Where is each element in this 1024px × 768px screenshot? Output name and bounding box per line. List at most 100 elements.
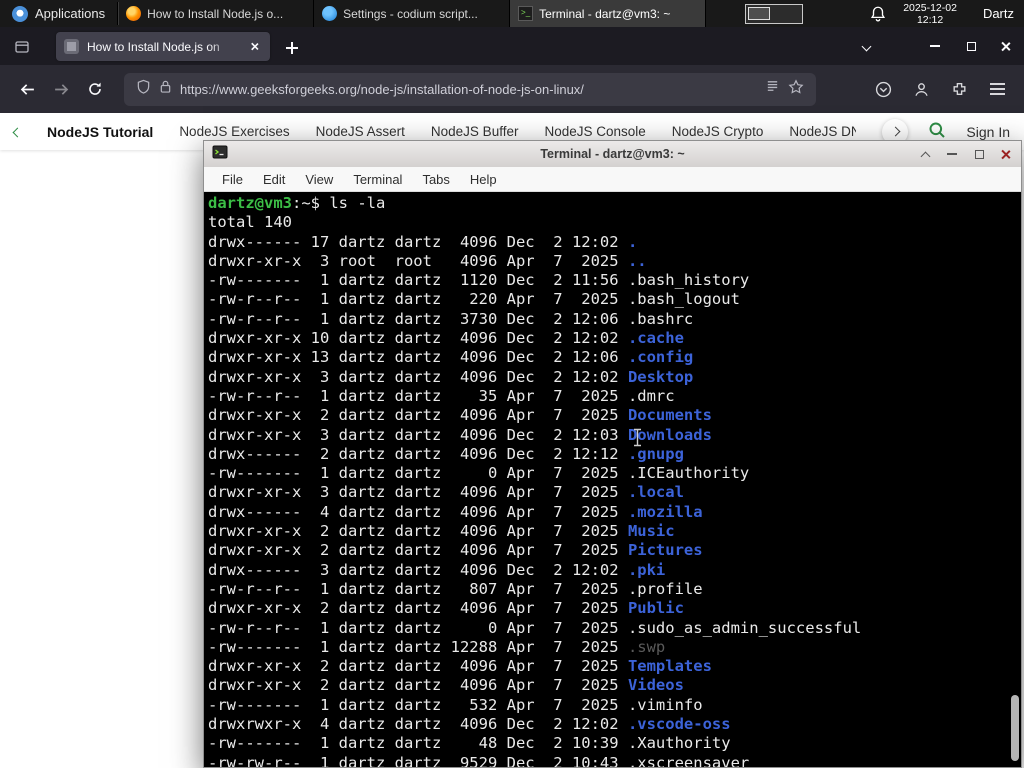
minimize-icon [947,153,957,155]
file-row: drwx------ 4 dartz dartz 4096 Apr 7 2025… [208,503,1019,522]
file-name: Templates [627,657,712,676]
terminal-title-bar[interactable]: Terminal - dartz@vm3: ~ [204,141,1021,167]
file-row: -rw------- 1 dartz dartz 0 Apr 7 2025 .I… [208,464,1019,483]
file-meta: -rw------- 1 dartz dartz 1120 Dec 2 11:5… [208,271,628,290]
system-bar: Applications How to Install Node.js o...… [0,0,1024,27]
close-icon [1001,149,1012,160]
file-row: -rw-r--r-- 1 dartz dartz 35 Apr 7 2025 .… [208,387,1019,406]
browser-tab[interactable]: How to Install Node.js on [56,32,270,61]
terminal-maximize-button[interactable] [972,147,986,161]
firefox-view-icon[interactable] [10,35,34,59]
toolbar-right-icons [866,72,1014,106]
site-nav-link[interactable]: NodeJS Console [544,124,645,139]
terminal-shade-button[interactable] [918,147,932,161]
terminal-menu-bar: File Edit View Terminal Tabs Help [204,167,1021,192]
file-meta: -rw------- 1 dartz dartz 0 Apr 7 2025 [208,464,628,483]
back-button[interactable] [10,72,44,106]
file-meta: drwxr-xr-x 2 dartz dartz 4096 Apr 7 2025 [208,522,628,541]
file-meta: drwxrwxr-x 4 dartz dartz 4096 Dec 2 12:0… [208,715,628,734]
window-minimize-button[interactable] [921,34,949,58]
scroll-left-button[interactable] [12,124,23,139]
file-row: drwxrwxr-x 4 dartz dartz 4096 Dec 2 12:0… [208,715,1019,734]
tracking-shield-icon[interactable] [136,79,151,100]
file-meta: drwxr-xr-x 10 dartz dartz 4096 Dec 2 12:… [208,329,628,348]
window-button-label: How to Install Node.js o... [147,6,284,21]
file-row: drwx------ 17 dartz dartz 4096 Dec 2 12:… [208,233,1019,252]
terminal-menu-item[interactable]: Terminal [343,172,412,187]
file-meta: -rw-r--r-- 1 dartz dartz 220 Apr 7 2025 [208,290,628,309]
window-button[interactable]: How to Install Node.js o... [118,0,315,27]
file-meta: drwxr-xr-x 3 dartz dartz 4096 Dec 2 12:0… [208,367,628,386]
file-meta: drwxr-xr-x 2 dartz dartz 4096 Apr 7 2025 [208,599,628,618]
user-menu[interactable]: Dartz [983,6,1014,21]
terminal-minimize-button[interactable] [945,147,959,161]
file-meta: drwxr-xr-x 3 root root 4096 Apr 7 2025 [208,251,628,270]
pocket-icon[interactable] [866,72,900,106]
file-name: .vscode-oss [627,715,731,734]
tab-close-icon[interactable] [246,39,262,55]
file-meta: drwxr-xr-x 2 dartz dartz 4096 Apr 7 2025 [208,676,628,695]
file-row: -rw------- 1 dartz dartz 532 Apr 7 2025 … [208,696,1019,715]
notification-bell-icon[interactable] [869,5,887,23]
site-nav-active-link[interactable]: NodeJS Tutorial [47,124,153,140]
menu-button[interactable] [980,72,1014,106]
new-tab-button[interactable] [280,36,304,60]
file-meta: drwxr-xr-x 3 dartz dartz 4096 Apr 7 2025 [208,483,628,502]
extensions-icon[interactable] [942,72,976,106]
forward-button[interactable] [44,72,78,106]
site-nav-link[interactable]: NodeJS Exercises [179,124,289,139]
file-row: drwxr-xr-x 13 dartz dartz 4096 Dec 2 12:… [208,348,1019,367]
plus-icon [286,42,298,54]
terminal-scrollbar-thumb[interactable] [1011,695,1019,761]
file-name: .gnupg [627,444,684,463]
terminal-menu-item[interactable]: Help [460,172,507,187]
maximize-icon [974,149,984,159]
clock-time: 12:12 [916,13,944,26]
url-bar[interactable]: https://www.geeksforgeeks.org/node-js/in… [124,72,816,106]
typed-command: ls -la [329,194,386,212]
window-button[interactable]: Settings - codium script... [314,0,511,27]
file-meta: -rw-r--r-- 1 dartz dartz 807 Apr 7 2025 [208,579,628,598]
terminal-menu-item[interactable]: Tabs [412,172,459,187]
tab-bar: How to Install Node.js on [0,27,1024,65]
file-meta: -rw------- 1 dartz dartz 532 Apr 7 2025 [208,695,628,714]
account-icon[interactable] [904,72,938,106]
terminal-menu-item[interactable]: View [295,172,343,187]
site-nav-link[interactable]: NodeJS Assert [316,124,405,139]
reload-button[interactable] [78,72,112,106]
site-nav-link[interactable]: NodeJS Crypto [672,124,764,139]
hamburger-icon [989,83,1005,95]
file-meta: -rw------- 1 dartz dartz 12288 Apr 7 202… [208,637,628,656]
window-maximize-button[interactable] [957,34,985,58]
reader-mode-icon[interactable] [765,79,780,99]
url-text[interactable]: https://www.geeksforgeeks.org/node-js/in… [180,82,757,97]
bookmark-star-icon[interactable] [788,78,804,100]
window-button[interactable]: Terminal - dartz@vm3: ~ [510,0,707,27]
file-meta: drwxr-xr-x 2 dartz dartz 4096 Apr 7 2025 [208,657,628,676]
lock-icon[interactable] [159,79,172,99]
terminal-menu-item[interactable]: File [212,172,253,187]
applications-menu[interactable]: Applications [0,0,117,27]
file-name: Videos [627,676,684,695]
window-close-button[interactable] [992,34,1020,58]
file-name: .ICEauthority [627,464,750,483]
sign-in-button[interactable]: Sign In [966,124,1010,140]
search-icon[interactable] [928,121,946,142]
list-all-tabs-button[interactable] [853,36,879,60]
clock[interactable]: 2025-12-02 12:12 [903,2,957,26]
terminal-menu-item[interactable]: Edit [253,172,295,187]
site-nav-link[interactable]: NodeJS Buffer [431,124,519,139]
total-line: total 140 [208,213,292,232]
file-name: Downloads [627,425,712,444]
file-name: .. [627,251,647,270]
file-meta: drwxr-xr-x 2 dartz dartz 4096 Apr 7 2025 [208,541,628,560]
site-nav-link[interactable]: NodeJS DNS [789,124,856,139]
terminal-window-icon [212,144,228,165]
file-row: -rw-r--r-- 1 dartz dartz 220 Apr 7 2025 … [208,290,1019,309]
terminal-output[interactable]: dartz@vm3:~$ ls -la total 140 drwx------… [204,192,1021,767]
file-row: drwxr-xr-x 2 dartz dartz 4096 Apr 7 2025… [208,599,1019,618]
terminal-close-button[interactable] [999,147,1013,161]
file-name: .pki [627,560,666,579]
file-row: drwxr-xr-x 3 dartz dartz 4096 Dec 2 12:0… [208,368,1019,387]
workspace-switcher[interactable] [745,3,804,24]
